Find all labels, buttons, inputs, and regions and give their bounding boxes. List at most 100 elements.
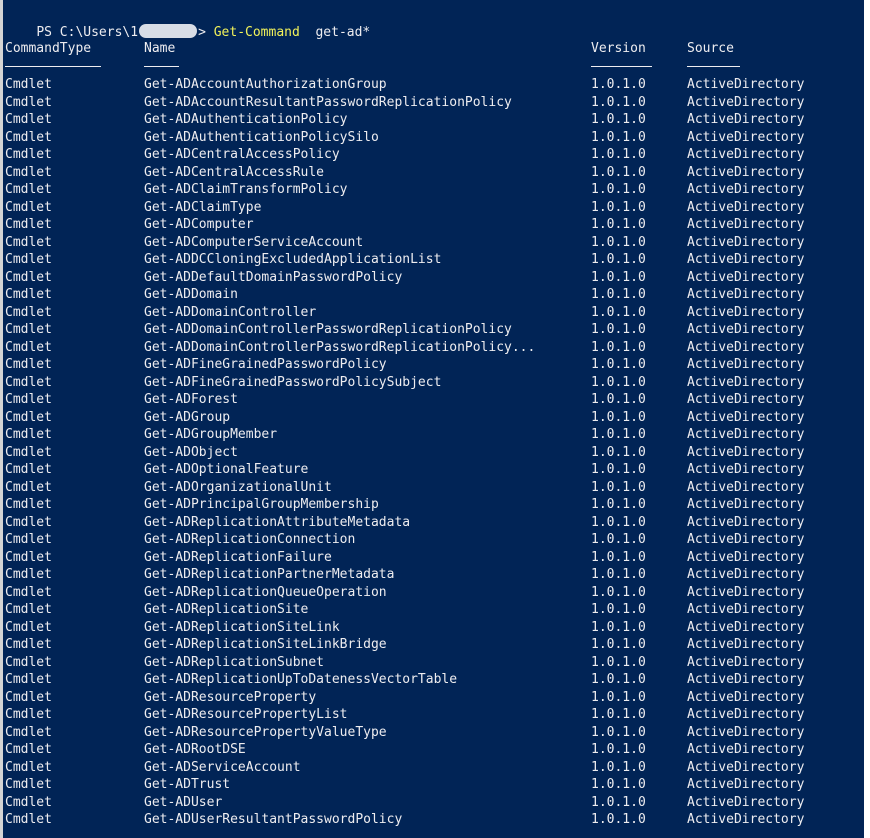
cell-version: 1.0.1.0 bbox=[591, 444, 646, 460]
cell-version: 1.0.1.0 bbox=[591, 619, 646, 635]
cell-source: ActiveDirectory bbox=[687, 182, 805, 197]
header-source: Source bbox=[687, 41, 734, 56]
cell-source: ActiveDirectory bbox=[687, 619, 805, 635]
cell-source: ActiveDirectory bbox=[687, 462, 805, 477]
cell-version: 1.0.1.0 bbox=[591, 252, 646, 267]
cell-name: Get-ADClaimTransformPolicy bbox=[144, 182, 348, 197]
cell-commandtype: Cmdlet bbox=[5, 112, 52, 127]
cell-source: ActiveDirectory bbox=[687, 672, 805, 687]
prompt-command: Get-Command bbox=[213, 24, 300, 40]
cell-commandtype: Cmdlet bbox=[5, 654, 52, 670]
cell-name: Get-ADUserResultantPasswordPolicy bbox=[144, 812, 403, 827]
cell-commandtype: Cmdlet bbox=[5, 497, 52, 512]
cell-name: Get-ADGroupMember bbox=[144, 427, 278, 442]
cell-commandtype: Cmdlet bbox=[5, 392, 52, 407]
cell-source: ActiveDirectory bbox=[687, 269, 805, 285]
cell-version: 1.0.1.0 bbox=[591, 812, 646, 827]
header-underline-commandtype bbox=[5, 66, 101, 67]
cell-name: Get-ADOrganizationalUnit bbox=[144, 479, 332, 495]
cell-name: Get-ADForest bbox=[144, 392, 238, 407]
cell-source: ActiveDirectory bbox=[687, 409, 805, 425]
cell-name: Get-ADFineGrainedPasswordPolicy bbox=[144, 357, 387, 372]
cell-version: 1.0.1.0 bbox=[591, 182, 646, 197]
cell-name: Get-ADComputerServiceAccount bbox=[144, 234, 364, 250]
cell-version: 1.0.1.0 bbox=[591, 94, 646, 110]
cell-version: 1.0.1.0 bbox=[591, 549, 646, 565]
cell-commandtype: Cmdlet bbox=[5, 374, 52, 390]
cell-name: Get-ADComputer bbox=[144, 217, 254, 232]
cell-source: ActiveDirectory bbox=[687, 287, 805, 302]
cell-commandtype: Cmdlet bbox=[5, 304, 52, 320]
cell-source: ActiveDirectory bbox=[687, 759, 805, 775]
cell-commandtype: Cmdlet bbox=[5, 234, 52, 250]
header-name: Name bbox=[144, 41, 176, 56]
cell-name: Get-ADReplicationAttributeMetadata bbox=[144, 514, 411, 530]
header-underline-source bbox=[687, 66, 740, 67]
cell-name: Get-ADReplicationPartnerMetadata bbox=[144, 567, 395, 582]
powershell-console[interactable]: PS C:\Users\1 > Get-Command get-ad* Comma… bbox=[0, 0, 870, 838]
cell-source: ActiveDirectory bbox=[687, 199, 805, 215]
cell-commandtype: Cmdlet bbox=[5, 637, 52, 652]
cell-name: Get-ADUser bbox=[144, 794, 223, 810]
cell-name: Get-ADFineGrainedPasswordPolicySubject bbox=[144, 374, 442, 390]
cell-version: 1.0.1.0 bbox=[591, 427, 646, 442]
cell-version: 1.0.1.0 bbox=[591, 77, 646, 92]
cell-version: 1.0.1.0 bbox=[591, 532, 646, 547]
cell-version: 1.0.1.0 bbox=[591, 112, 646, 127]
cell-name: Get-ADDomainControllerPasswordReplicatio… bbox=[144, 339, 536, 355]
cell-version: 1.0.1.0 bbox=[591, 269, 646, 285]
cell-source: ActiveDirectory bbox=[687, 602, 805, 617]
cell-name: Get-ADDomain bbox=[144, 287, 238, 302]
cell-source: ActiveDirectory bbox=[687, 339, 805, 355]
cell-source: ActiveDirectory bbox=[687, 392, 805, 407]
cell-commandtype: Cmdlet bbox=[5, 549, 52, 565]
cell-commandtype: Cmdlet bbox=[5, 164, 52, 180]
cell-commandtype: Cmdlet bbox=[5, 514, 52, 530]
cell-source: ActiveDirectory bbox=[687, 129, 805, 145]
cell-commandtype: Cmdlet bbox=[5, 584, 52, 600]
cell-commandtype: Cmdlet bbox=[5, 794, 52, 810]
cell-version: 1.0.1.0 bbox=[591, 409, 646, 425]
cell-commandtype: Cmdlet bbox=[5, 812, 52, 827]
cell-commandtype: Cmdlet bbox=[5, 742, 52, 757]
cell-name: Get-ADClaimType bbox=[144, 199, 262, 215]
cell-name: Get-ADReplicationSiteLinkBridge bbox=[144, 637, 387, 652]
cell-name: Get-ADGroup bbox=[144, 409, 231, 425]
cell-commandtype: Cmdlet bbox=[5, 759, 52, 775]
cell-commandtype: Cmdlet bbox=[5, 567, 52, 582]
cell-name: Get-ADTrust bbox=[144, 777, 231, 792]
cell-source: ActiveDirectory bbox=[687, 794, 805, 810]
cell-source: ActiveDirectory bbox=[687, 217, 805, 232]
cell-name: Get-ADCentralAccessRule bbox=[144, 164, 325, 180]
cell-name: Get-ADAccountResultantPasswordReplicatio… bbox=[144, 94, 512, 110]
cell-version: 1.0.1.0 bbox=[591, 322, 646, 337]
cell-source: ActiveDirectory bbox=[687, 77, 805, 92]
cell-name: Get-ADReplicationConnection bbox=[144, 532, 356, 547]
cell-source: ActiveDirectory bbox=[687, 479, 805, 495]
cell-commandtype: Cmdlet bbox=[5, 532, 52, 547]
cell-commandtype: Cmdlet bbox=[5, 77, 52, 92]
cell-version: 1.0.1.0 bbox=[591, 304, 646, 320]
prompt-symbol: > bbox=[198, 24, 214, 40]
cell-version: 1.0.1.0 bbox=[591, 567, 646, 582]
cell-source: ActiveDirectory bbox=[687, 357, 805, 372]
cell-source: ActiveDirectory bbox=[687, 252, 805, 267]
header-underline-version bbox=[591, 66, 652, 67]
cell-source: ActiveDirectory bbox=[687, 777, 805, 792]
cell-source: ActiveDirectory bbox=[687, 654, 805, 670]
cell-version: 1.0.1.0 bbox=[591, 129, 646, 145]
cell-name: Get-ADDCCloningExcludedApplicationList bbox=[144, 252, 442, 267]
cell-version: 1.0.1.0 bbox=[591, 724, 646, 740]
cell-source: ActiveDirectory bbox=[687, 427, 805, 442]
cell-version: 1.0.1.0 bbox=[591, 339, 646, 355]
cell-name: Get-ADReplicationQueueOperation bbox=[144, 584, 387, 600]
window-right-edge bbox=[864, 0, 870, 838]
cell-name: Get-ADReplicationFailure bbox=[144, 549, 332, 565]
cell-source: ActiveDirectory bbox=[687, 304, 805, 320]
cell-source: ActiveDirectory bbox=[687, 147, 805, 162]
cell-version: 1.0.1.0 bbox=[591, 217, 646, 232]
cell-source: ActiveDirectory bbox=[687, 112, 805, 127]
cell-name: Get-ADCentralAccessPolicy bbox=[144, 147, 340, 162]
cell-commandtype: Cmdlet bbox=[5, 409, 52, 425]
cell-commandtype: Cmdlet bbox=[5, 269, 52, 285]
